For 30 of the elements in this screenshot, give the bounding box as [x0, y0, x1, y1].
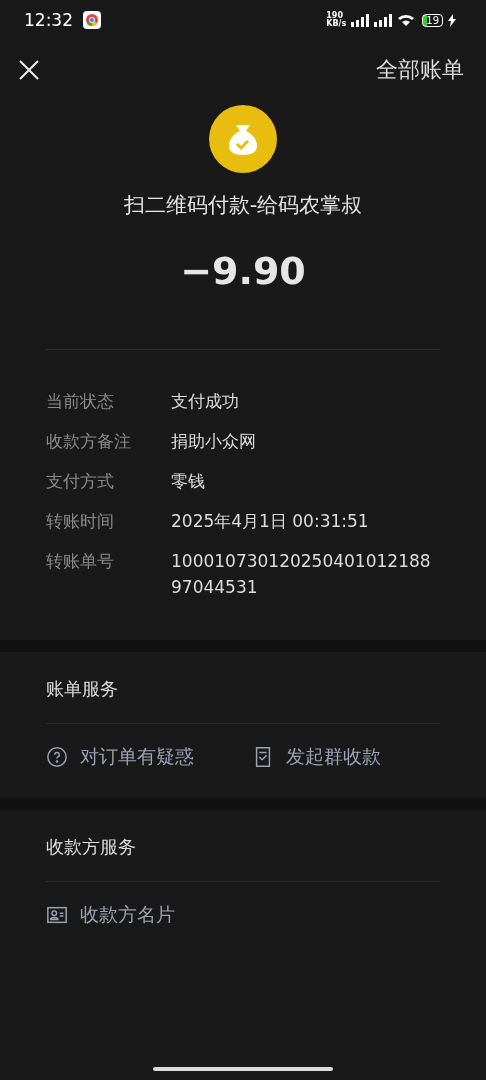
charging-icon: [448, 13, 456, 27]
detail-label: 收款方备注: [46, 430, 132, 453]
detail-value: 100010730120250401012188 97044531: [171, 550, 432, 599]
close-icon[interactable]: [18, 59, 40, 81]
signal-icon: [351, 13, 370, 27]
service-link[interactable]: 发起群收款: [252, 744, 381, 770]
browser-app-icon: [83, 11, 101, 29]
service-link[interactable]: 收款方名片: [46, 902, 175, 928]
payment-amount: −9.90: [180, 249, 306, 293]
detail-value: 2025年4月1日 00:31:51: [171, 510, 370, 533]
detail-value: 捐助小众网: [171, 430, 257, 453]
signal-icon: [374, 13, 393, 27]
section-title: 账单服务: [45, 677, 119, 701]
detail-label: 转账时间: [46, 510, 115, 533]
payment-title: 扫二维码付款-给码农掌叔: [123, 192, 363, 219]
network-speed-unit: KB/s: [326, 20, 347, 28]
service-link[interactable]: 对订单有疑惑: [46, 744, 194, 770]
money-bag-check-icon: [209, 105, 277, 173]
detail-label: 支付方式: [46, 470, 115, 493]
status-time: 12:32: [24, 10, 73, 30]
contact-card-icon: [46, 904, 68, 926]
battery-indicator: 19: [422, 13, 443, 27]
all-bills-link[interactable]: 全部账单: [376, 55, 464, 85]
detail-label: 当前状态: [46, 390, 115, 413]
detail-label: 转账单号: [46, 550, 115, 573]
detail-value: 支付成功: [171, 390, 240, 413]
section-title: 收款方服务: [45, 835, 137, 859]
question-icon: [46, 746, 68, 768]
network-speed-value: 190: [326, 12, 343, 20]
detail-value: 零钱: [171, 470, 206, 493]
